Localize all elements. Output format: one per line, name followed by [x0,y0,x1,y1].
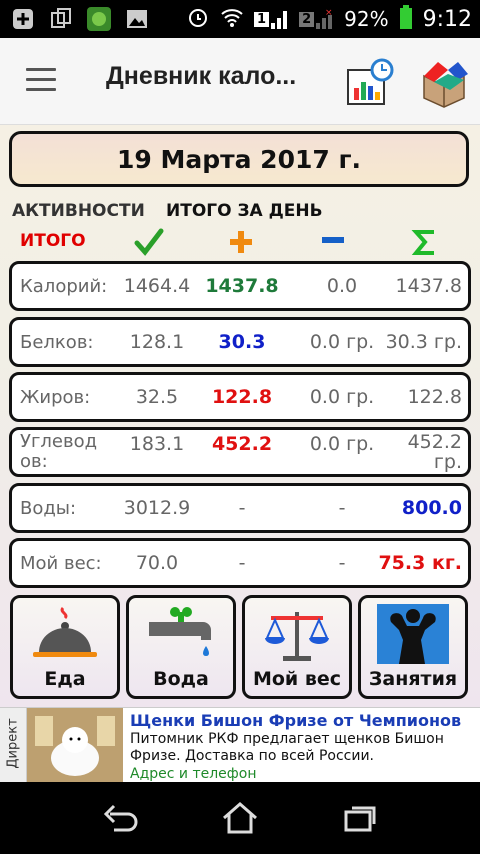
row-sum: 75.3 кг. [378,552,462,574]
row-carbs[interactable]: Углевод ов: 183.1 452.2 0.0 гр. 452.2 гр… [9,427,471,477]
row-sum: 1437.8 [395,275,462,297]
weight-button-label: Мой вес [252,668,342,690]
row-label: Белков: [20,331,94,353]
box-icon [423,62,468,108]
food-cloche-icon [33,606,97,657]
food-button[interactable]: Еда [10,595,120,699]
sim2-badge: 2 [299,11,315,27]
back-icon [103,804,138,832]
date-selector[interactable]: 19 Марта 2017 г. [9,131,469,187]
puppy-image [27,708,123,783]
row-label: Углевод ов: [20,431,98,472]
home-icon [223,802,257,834]
row-sum: 800.0 [401,497,462,519]
copy-icon [48,6,74,32]
navigation-bar [0,782,480,854]
minus-blue-icon [322,237,344,243]
row-water[interactable]: Воды: 3012.9 - - 800.0 [9,483,471,533]
exercise-button-label: Занятия [368,668,458,690]
app-title: Дневник кало... [106,62,297,90]
ad-side-label: Директ [5,718,21,769]
tab-activities[interactable]: АКТИВНОСТИ [12,201,145,221]
stats-clock-button[interactable] [346,58,394,106]
itogo-label: ИТОГО [20,231,86,251]
hamburger-line [26,88,56,91]
row-weight[interactable]: Мой вес: 70.0 - - 75.3 кг. [9,538,471,588]
sim2-signal-icon: 2 × [299,9,334,29]
row-label: Мой вес: [20,552,102,574]
recents-icon [344,806,376,832]
clock: 9:12 [422,6,472,32]
ad-side: Директ [0,708,27,783]
battery-icon [399,4,413,34]
row-label: Калорий: [20,275,108,297]
bodybuilder-icon [377,604,449,664]
stats-chart-icon [347,58,394,105]
row-label: Жиров: [20,386,91,408]
water-button[interactable]: Вода [126,595,236,699]
exercise-button[interactable]: Занятия [358,595,468,699]
scales-icon [265,612,329,661]
row-sum: 30.3 гр. [385,331,462,353]
hamburger-line [26,78,56,81]
ad-banner[interactable]: Директ Щенки Бишон Фризе от Чемпионов Пи… [0,707,480,783]
food-button-label: Еда [44,668,86,690]
app-notification-icon [86,6,112,32]
row-sum: 452.2 гр. [407,431,462,473]
row-activity: 0.0 гр. [309,433,375,455]
sim1-badge: 1 [254,11,270,27]
main-content: 19 Марта 2017 г. АКТИВНОСТИ ИТОГО ЗА ДЕН… [0,125,480,707]
sim1-signal-icon: 1 [254,9,289,29]
water-tap-icon [149,607,211,656]
alarm-icon [186,5,210,34]
row-protein[interactable]: Белков: 128.1 30.3 0.0 гр. 30.3 гр. [9,317,471,367]
menu-button[interactable] [26,68,56,92]
sigma-icon [411,230,434,255]
checkmark-icon [134,228,164,256]
ad-title[interactable]: Щенки Бишон Фризе от Чемпионов [130,711,461,730]
weight-button[interactable]: Мой вес [242,595,352,699]
app-bar: Дневник кало... [0,38,480,125]
row-label: Воды: [20,497,77,519]
ad-image[interactable] [27,708,123,783]
plus-orange-icon [230,231,252,253]
water-button-label: Вода [153,668,209,690]
hamburger-icon [26,68,56,71]
plus-icon [10,6,36,32]
recents-button[interactable] [340,800,380,836]
database-box-button[interactable] [418,56,470,108]
ad-text: Питомник РКФ предлагает щенков Бишон Фри… [130,731,444,764]
image-icon [124,6,150,32]
ad-link[interactable]: Адрес и телефон [130,766,256,782]
status-bar: 1 2 × 92% 9:12 [0,0,480,38]
home-button[interactable] [220,800,260,836]
svg-text:×: × [325,9,333,18]
row-fat[interactable]: Жиров: 32.5 122.8 0.0 гр. 122.8 [9,372,471,422]
row-sum: 122.8 [407,386,462,408]
back-button[interactable] [100,800,140,836]
tab-day-total[interactable]: ИТОГО ЗА ДЕНЬ [166,201,323,221]
wifi-icon [220,6,244,33]
row-calories[interactable]: Калорий: 1464.4 1437.8 0.0 1437.8 [9,261,471,311]
battery-percent: 92% [344,7,389,31]
